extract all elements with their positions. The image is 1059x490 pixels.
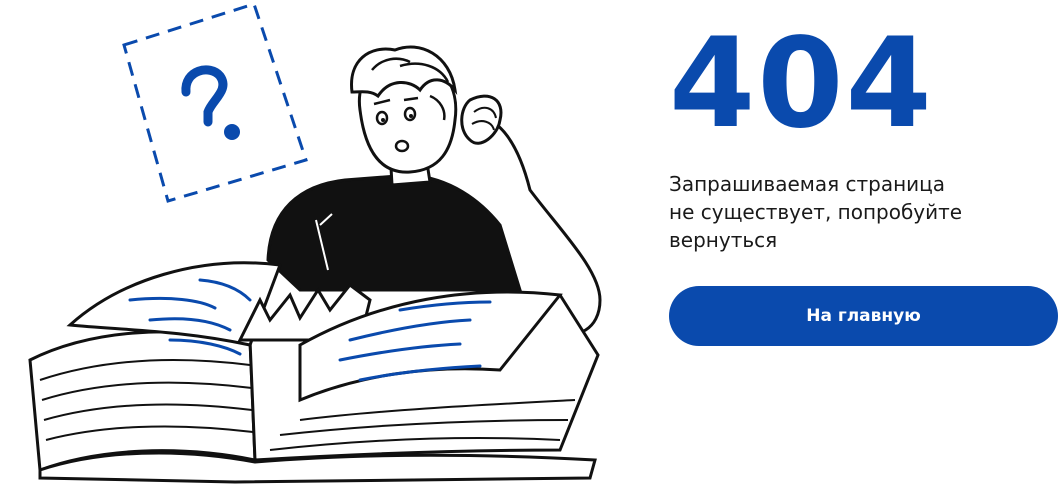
error-message-line: Запрашиваемая страница	[669, 172, 946, 196]
error-message-line: не существует, попробуйте	[669, 200, 963, 224]
home-button[interactable]: На главную	[669, 286, 1058, 346]
error-message-line: вернуться	[669, 228, 778, 252]
error-code: 404	[669, 12, 934, 156]
error-message: Запрашиваемая страница не существует, по…	[669, 170, 1029, 254]
error-illustration	[28, 2, 602, 484]
question-card	[122, 2, 308, 203]
question-mark-icon	[181, 65, 240, 140]
open-book	[28, 261, 600, 484]
error-content: 404 Запрашиваемая страница не существует…	[669, 22, 1059, 254]
